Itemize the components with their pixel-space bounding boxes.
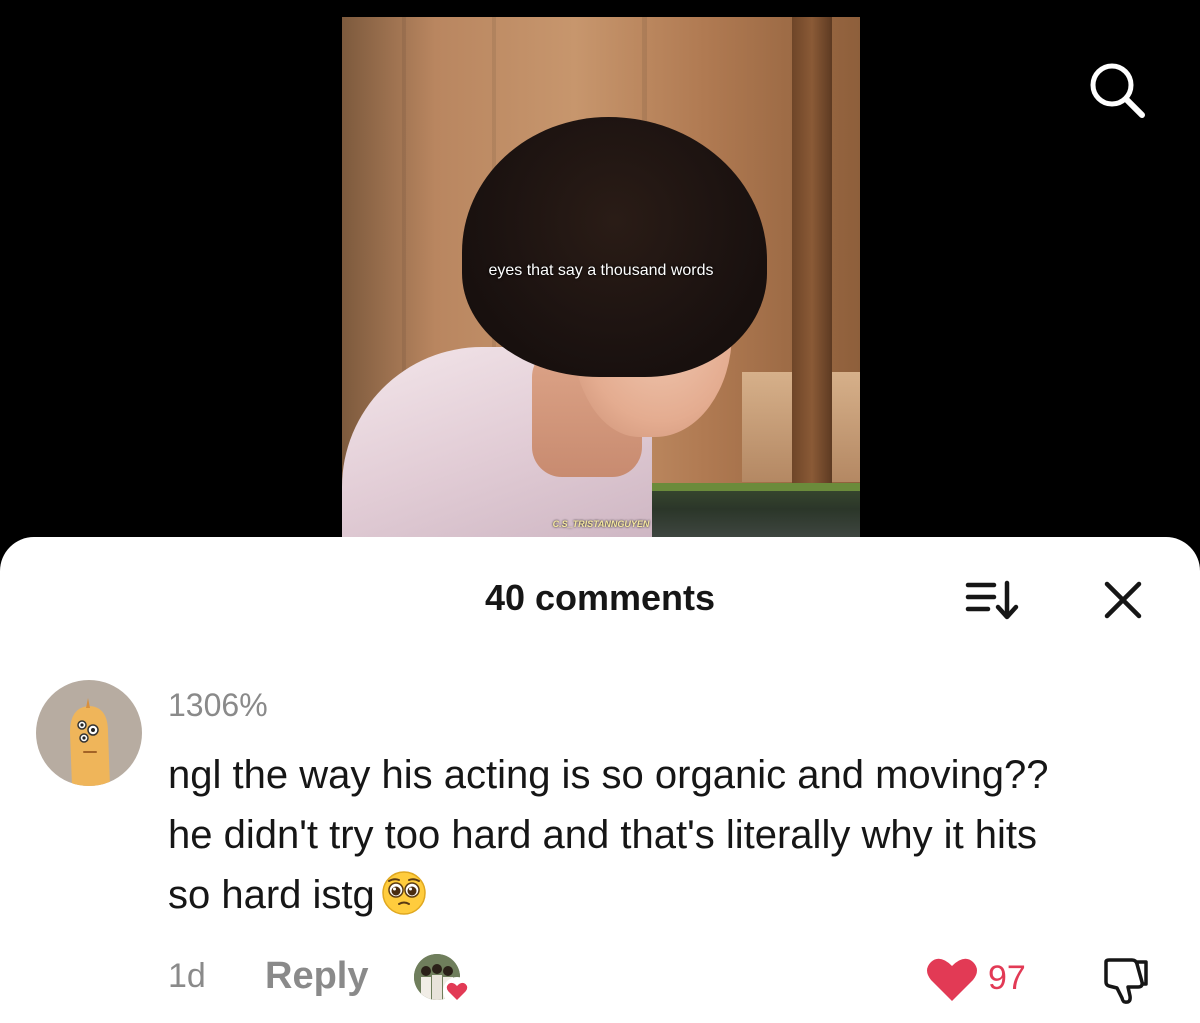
character-avatar-icon — [70, 698, 110, 786]
like-button[interactable] — [922, 954, 982, 1004]
search-icon — [1090, 63, 1145, 118]
like-count: 97 — [988, 959, 1026, 997]
sort-icon — [965, 580, 1019, 620]
comment-item: 1306% ngl the way his acting is so organ… — [0, 677, 1200, 1023]
video-watermark: C.S_TRISTANNGUYEN — [552, 519, 650, 529]
comments-sheet: 40 comments 1306% ngl the way his acting… — [0, 537, 1200, 1023]
avatar[interactable] — [36, 680, 142, 786]
comment-username[interactable]: 1306% — [168, 687, 268, 724]
comments-header: 40 comments — [0, 537, 1200, 657]
creator-heart-icon — [443, 977, 471, 1005]
heart-icon — [927, 958, 977, 1001]
liked-by-creator-badge — [414, 954, 474, 1006]
dislike-icon — [1104, 958, 1148, 1004]
person-hair — [462, 117, 767, 377]
reply-button[interactable]: Reply — [265, 955, 368, 998]
comment-timestamp: 1d — [168, 957, 206, 995]
video-subtitle: eyes that say a thousand words — [488, 262, 714, 279]
close-icon — [1104, 581, 1142, 619]
video-player[interactable]: eyes that say a thousand words C.S_TRIST… — [342, 17, 860, 537]
dislike-button[interactable] — [1094, 953, 1156, 1009]
search-button[interactable] — [1082, 55, 1152, 125]
comment-body: ngl the way his acting is so organic and… — [168, 745, 1068, 925]
pleading-face-emoji-icon — [382, 871, 426, 915]
app-screen: eyes that say a thousand words C.S_TRIST… — [0, 0, 1200, 1023]
close-button[interactable] — [1095, 575, 1151, 625]
comment-text: ngl the way his acting is so organic and… — [168, 753, 1049, 917]
sort-button[interactable] — [960, 575, 1026, 625]
